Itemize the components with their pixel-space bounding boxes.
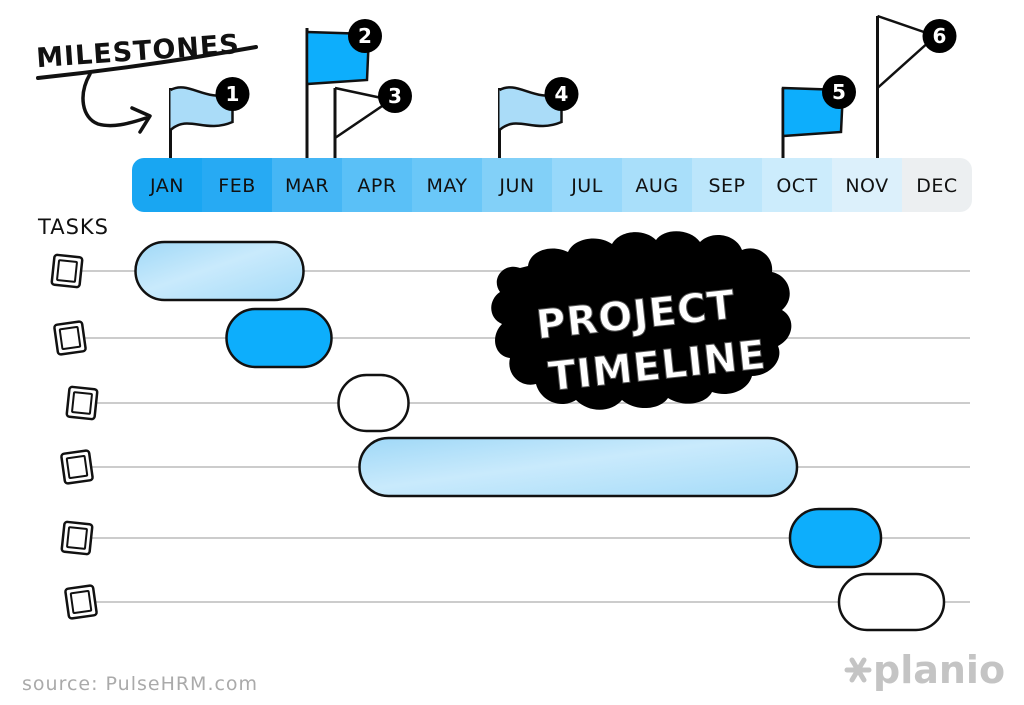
month-label-dec: DEC [916,175,957,197]
brand-logo: planio [844,648,1005,692]
curved-arrow-icon [81,72,148,128]
checkbox-outer[interactable] [64,584,98,620]
task-bar[interactable] [225,307,333,369]
month-label-apr: APR [357,175,396,197]
month-bar: JAN FEB MAR APR MAY JUN JUL AUG SEP OCT NOV DEC [132,158,972,212]
milestone-6: 6 [876,14,957,158]
month-label-jan: JAN [149,175,184,197]
milestone-4: 4 [498,77,579,158]
month-label-nov: NOV [845,175,888,197]
task-row [60,436,970,498]
task-row [60,507,970,569]
task-checkbox[interactable] [60,520,94,556]
task-checkbox[interactable] [50,253,84,289]
task-checkbox[interactable] [60,449,94,485]
milestone-number: 4 [555,82,569,106]
month-label-aug: AUG [635,175,678,197]
checkbox-outer[interactable] [60,520,94,556]
milestone-number: 3 [388,84,402,108]
milestone-3: 3 [333,79,412,158]
checkbox-outer[interactable] [65,385,99,421]
task-bar[interactable] [337,373,410,433]
task-bar[interactable] [134,240,305,302]
task-checkbox[interactable] [64,584,98,620]
task-checkbox[interactable] [65,385,99,421]
month-label-mar: MAR [285,175,329,197]
asterisk-icon [844,657,872,683]
brand-name: planio [873,648,1005,692]
task-bar[interactable] [788,507,883,569]
month-label-feb: FEB [218,175,255,197]
milestone-number: 2 [358,24,372,48]
milestone-number: 6 [933,24,947,48]
milestone-number: 1 [226,82,240,106]
checkbox-outer[interactable] [50,253,84,289]
month-label-sep: SEP [708,175,745,197]
milestone-5: 5 [781,75,856,158]
task-row [65,373,970,433]
milestone-1: 1 [169,77,250,158]
milestone-flags: 1 2 3 4 5 6 [169,14,957,158]
milestone-number: 5 [832,80,846,104]
checkbox-outer[interactable] [53,320,87,356]
tasks-label: TASKS [37,215,109,239]
task-bar[interactable] [358,436,799,498]
source-credit: source: PulseHRM.com [22,673,258,695]
project-timeline-diagram: MILESTONES JAN FEB MAR APR MAY JUN JUL AUG SEP OC… [22,14,1005,695]
month-label-jun: JUN [498,175,534,197]
month-label-oct: OCT [776,175,817,197]
title-cloud: PROJECT TIMELINE [491,231,792,410]
task-checkbox[interactable] [53,320,87,356]
checkbox-outer[interactable] [60,449,94,485]
month-label-jul: JUL [570,175,603,197]
month-label-may: MAY [426,175,467,197]
task-bar[interactable] [837,572,946,632]
task-row [64,572,970,632]
milestone-2: 2 [305,19,382,158]
